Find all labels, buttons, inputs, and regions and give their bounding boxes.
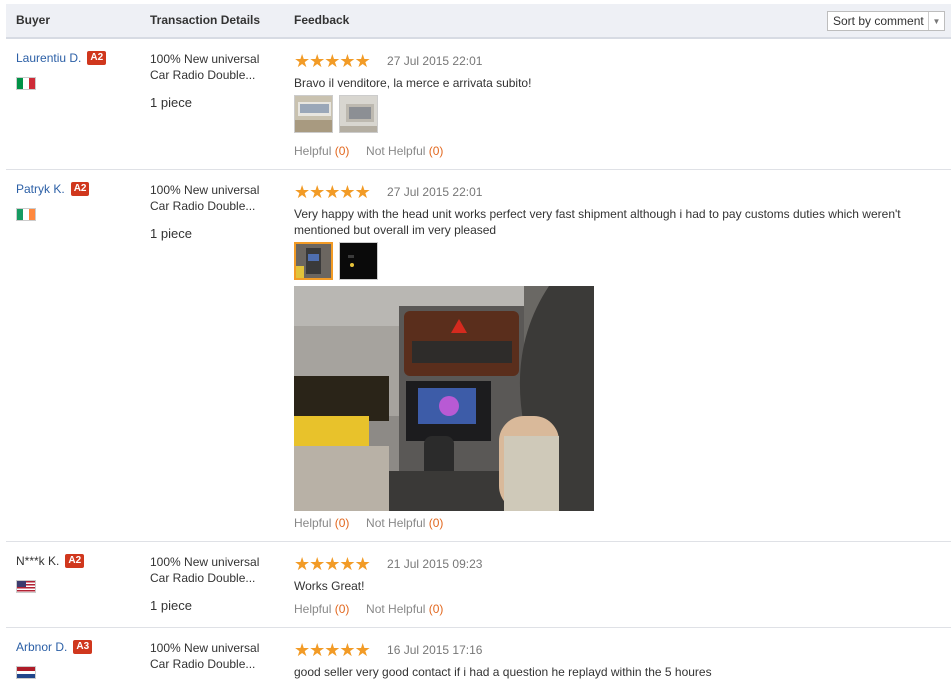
not-helpful-count: (0) (428, 144, 444, 158)
helpful-count: (0) (334, 144, 350, 158)
buyer-info: N***k K. A2 (16, 554, 85, 568)
helpful-button[interactable]: Helpful (0) (294, 144, 349, 158)
buyer-level-badge: A2 (65, 554, 85, 568)
helpful-label: Helpful (294, 516, 332, 530)
review-date: 27 Jul 2015 22:01 (387, 54, 483, 68)
star-icon: ★ (294, 182, 310, 202)
review-photo-thumbnail[interactable] (339, 95, 378, 133)
star-icon: ★ (294, 554, 310, 574)
helpful-button[interactable]: Helpful (0) (294, 516, 349, 530)
not-helpful-button[interactable]: Not Helpful (0) (366, 516, 443, 530)
review-comment: good seller very good contact if i had a… (294, 665, 712, 679)
column-header-buyer: Buyer (16, 13, 51, 27)
italy-flag-icon (16, 77, 36, 90)
star-icon: ★ (339, 182, 355, 202)
not-helpful-button[interactable]: Not Helpful (0) (366, 144, 443, 158)
quantity: 1 piece (150, 598, 192, 613)
feedback-content: ★ ★ ★ ★ ★ 27 Jul 2015 22:01 Very happy with … (294, 182, 944, 511)
review-row: Arbnor D. A3 100% New universal Car Radi… (6, 628, 951, 683)
column-header-feedback: Feedback (294, 13, 350, 27)
star-icon: ★ (354, 182, 371, 202)
star-icon: ★ (324, 640, 340, 660)
product-name: 100% New universal Car Radio Double... (150, 641, 260, 671)
star-icon: ★ (339, 51, 355, 71)
review-photo-thumbnail[interactable] (339, 242, 378, 280)
product-name: 100% New universal Car Radio Double... (150, 52, 260, 82)
not-helpful-label: Not Helpful (366, 144, 426, 158)
buyer-info: Arbnor D. A3 (16, 640, 93, 654)
feedback-table-header: Buyer Transaction Details Feedback Sort … (6, 4, 951, 39)
buyer-name: N***k K. (16, 554, 60, 568)
not-helpful-label: Not Helpful (366, 602, 426, 616)
rating-stars: ★ ★ ★ ★ ★ (294, 640, 371, 660)
review-photos (294, 242, 944, 280)
sort-dropdown-label: Sort by comment (833, 14, 924, 28)
star-icon: ★ (309, 51, 325, 71)
ireland-flag-icon (16, 208, 36, 221)
quantity: 1 piece (150, 226, 192, 241)
not-helpful-count: (0) (428, 602, 444, 616)
star-icon: ★ (324, 182, 340, 202)
column-header-transaction: Transaction Details (150, 13, 261, 27)
star-icon: ★ (309, 640, 325, 660)
helpful-count: (0) (334, 602, 350, 616)
helpful-button[interactable]: Helpful (0) (294, 602, 349, 616)
sort-dropdown[interactable]: Sort by comment ▼ (827, 11, 945, 31)
star-icon: ★ (354, 51, 371, 71)
buyer-info: Patryk K. A2 (16, 182, 90, 196)
buyer-level-badge: A3 (73, 640, 93, 654)
helpful-count: (0) (334, 516, 350, 530)
helpful-votes: Helpful (0) Not Helpful (0) (294, 602, 443, 616)
not-helpful-count: (0) (428, 516, 444, 530)
star-icon: ★ (324, 554, 340, 574)
helpful-label: Helpful (294, 602, 332, 616)
star-icon: ★ (354, 640, 371, 660)
buyer-name-link[interactable]: Patryk K. (16, 182, 65, 196)
review-comment: Works Great! (294, 579, 365, 593)
quantity: 1 piece (150, 95, 192, 110)
rating-stars: ★ ★ ★ ★ ★ (294, 51, 371, 71)
star-icon: ★ (339, 640, 355, 660)
chevron-down-icon: ▼ (928, 12, 944, 30)
review-photos (294, 95, 944, 133)
not-helpful-label: Not Helpful (366, 516, 426, 530)
review-date: 21 Jul 2015 09:23 (387, 557, 483, 571)
star-icon: ★ (354, 554, 371, 574)
review-date: 27 Jul 2015 22:01 (387, 185, 483, 199)
feedback-content: ★ ★ ★ ★ ★ 27 Jul 2015 22:01 Bravo il vendito… (294, 51, 944, 133)
star-icon: ★ (294, 51, 310, 71)
rating-stars: ★ ★ ★ ★ ★ (294, 182, 371, 202)
buyer-name-link[interactable]: Arbnor D. (16, 640, 67, 654)
helpful-votes: Helpful (0) Not Helpful (0) (294, 144, 443, 158)
star-icon: ★ (324, 51, 340, 71)
star-icon: ★ (294, 640, 310, 660)
product-name: 100% New universal Car Radio Double... (150, 555, 260, 585)
feedback-content: ★ ★ ★ ★ ★ 16 Jul 2015 17:16 good seller very… (294, 640, 944, 680)
helpful-votes: Helpful (0) Not Helpful (0) (294, 516, 443, 530)
product-name: 100% New universal Car Radio Double... (150, 183, 260, 213)
buyer-name-link[interactable]: Laurentiu D. (16, 51, 81, 65)
review-photo-enlarged[interactable] (294, 286, 594, 511)
review-comment: Bravo il venditore, la merce e arrivata … (294, 76, 532, 90)
usa-flag-icon (16, 580, 36, 593)
review-photo-thumbnail[interactable] (294, 95, 333, 133)
rating-stars: ★ ★ ★ ★ ★ (294, 554, 371, 574)
review-date: 16 Jul 2015 17:16 (387, 643, 483, 657)
netherlands-flag-icon (16, 666, 36, 679)
review-photo-thumbnail-selected[interactable] (294, 242, 333, 280)
feedback-content: ★ ★ ★ ★ ★ 21 Jul 2015 09:23 Works Great! (294, 554, 944, 594)
buyer-level-badge: A2 (87, 51, 107, 65)
review-comment: Very happy with the head unit works perf… (294, 207, 901, 237)
review-row: Patryk K. A2 100% New universal Car Radi… (6, 170, 951, 542)
helpful-label: Helpful (294, 144, 332, 158)
star-icon: ★ (309, 554, 325, 574)
review-row: Laurentiu D. A2 100% New universal Car R… (6, 39, 951, 170)
star-icon: ★ (339, 554, 355, 574)
review-row: N***k K. A2 100% New universal Car Radio… (6, 542, 951, 628)
buyer-level-badge: A2 (70, 182, 90, 196)
buyer-info: Laurentiu D. A2 (16, 51, 107, 65)
not-helpful-button[interactable]: Not Helpful (0) (366, 602, 443, 616)
star-icon: ★ (309, 182, 325, 202)
